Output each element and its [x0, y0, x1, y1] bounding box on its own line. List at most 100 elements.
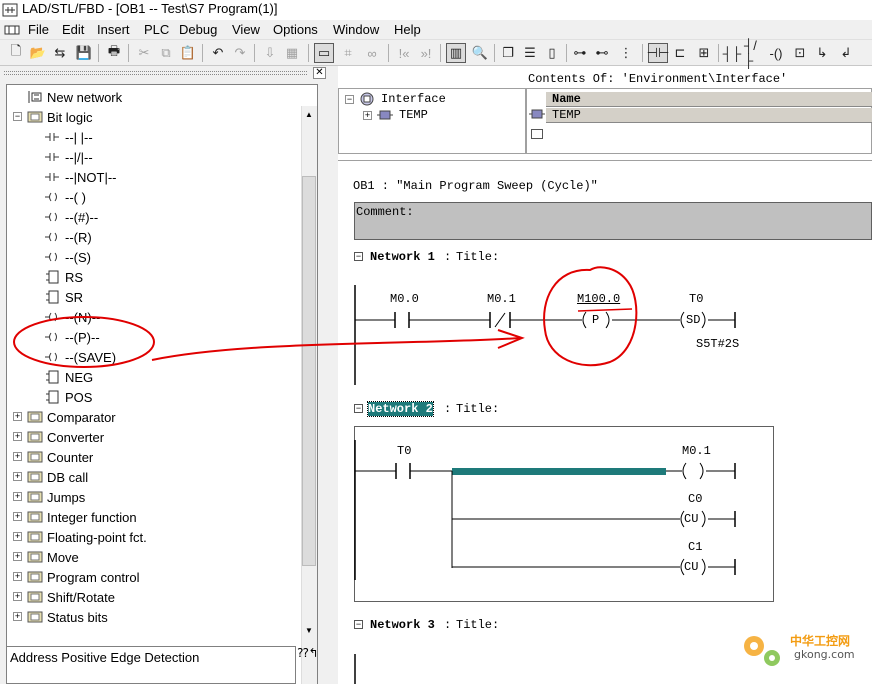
catalog-item[interactable]: Move [27, 547, 79, 567]
open-branch-icon[interactable]: ↳ [812, 43, 832, 63]
catalog-item[interactable]: DB call [27, 467, 88, 487]
menu-plc[interactable]: PLC [144, 22, 169, 37]
catalog-item[interactable]: Jumps [27, 487, 85, 507]
menu-file[interactable]: File [28, 22, 49, 37]
scrollbar-thumb[interactable] [302, 176, 316, 566]
coil-m01-address[interactable]: M0.1 [682, 444, 711, 458]
network-1-label[interactable]: Network 1 [370, 250, 435, 264]
catalog-item[interactable]: Program control [27, 567, 139, 587]
network-1-collapse-icon[interactable]: − [354, 252, 363, 261]
network-3-collapse-icon[interactable]: − [354, 620, 363, 629]
catalog-item[interactable]: NEG [45, 367, 93, 387]
coil-toolbar-icon[interactable]: -() [766, 43, 786, 63]
table-row[interactable]: TEMP [546, 108, 872, 123]
edge-coil-symbol[interactable]: P [592, 313, 599, 327]
catalog-item[interactable]: --| |-- [45, 127, 93, 147]
cascade-icon[interactable]: ❐ [498, 43, 518, 63]
counter-c1-symbol[interactable]: CU [684, 560, 698, 574]
panel-gripper[interactable] [4, 71, 307, 75]
menu-help[interactable]: Help [394, 22, 421, 37]
tree-expander[interactable]: + [13, 572, 22, 581]
network-1-title[interactable]: Title: [456, 250, 499, 264]
catalog-item[interactable]: --(R) [45, 227, 92, 247]
catalog-item[interactable]: --(S) [45, 247, 91, 267]
save-icon[interactable]: 💾 [74, 43, 94, 63]
counter-c0-address[interactable]: C0 [688, 492, 702, 506]
tree-expander[interactable]: + [13, 512, 22, 521]
tree-expander[interactable]: + [13, 452, 22, 461]
tree-expander[interactable]: + [13, 412, 22, 421]
close-branch-icon[interactable]: ↲ [836, 43, 856, 63]
menu-debug[interactable]: Debug [179, 22, 217, 37]
counter-c1-address[interactable]: C1 [688, 540, 702, 554]
layout-icon[interactable]: ▥ [446, 43, 466, 63]
block-title[interactable]: OB1 : "Main Program Sweep (Cycle)" [353, 179, 598, 193]
catalog-item[interactable]: SR [45, 287, 83, 307]
tile-vertical-icon[interactable]: ▯ [542, 43, 562, 63]
glasses-icon[interactable]: ∞ [362, 43, 382, 63]
prev-error-icon[interactable]: !« [394, 43, 414, 63]
tree-expander[interactable]: + [13, 492, 22, 501]
splitter[interactable] [330, 66, 338, 684]
catalog-item[interactable]: POS [45, 387, 92, 407]
comment-box[interactable] [354, 202, 872, 240]
paste-icon[interactable]: 📋 [178, 43, 198, 63]
column-header-name[interactable]: Name [546, 92, 872, 107]
branch-open-icon[interactable]: ⊶ [570, 43, 590, 63]
next-error-icon[interactable]: »! [416, 43, 436, 63]
bits-toolbar-icon[interactable]: ⊞ [694, 43, 714, 63]
menu-edit[interactable]: Edit [62, 22, 84, 37]
open-icon[interactable]: 📂 [28, 43, 48, 63]
interface-expander[interactable]: − [345, 95, 354, 104]
timer-value[interactable]: S5T#2S [696, 337, 739, 351]
tree-expander[interactable]: + [13, 472, 22, 481]
catalog-item[interactable]: Converter [27, 427, 104, 447]
catalog-item[interactable]: --(SAVE) [45, 347, 116, 367]
catalog-item[interactable]: --|/|-- [45, 147, 93, 167]
tree-expander[interactable]: + [13, 432, 22, 441]
network-2-collapse-icon[interactable]: − [354, 404, 363, 413]
edge-coil-address[interactable]: M100.0 [577, 292, 620, 306]
box-toolbar-icon[interactable]: ⊏ [670, 43, 690, 63]
tree-expander[interactable]: + [13, 552, 22, 561]
network-3-title[interactable]: Title: [456, 618, 499, 632]
contact-t0-address[interactable]: T0 [397, 444, 411, 458]
timer-address[interactable]: T0 [689, 292, 703, 306]
catalog-item[interactable]: Comparator [27, 407, 116, 427]
interface-label[interactable]: Interface [381, 92, 446, 106]
catalog-item[interactable]: Shift/Rotate [27, 587, 115, 607]
catalog-item[interactable]: --(P)-- [45, 327, 100, 347]
system-menu-icon[interactable] [4, 23, 20, 37]
menu-options[interactable]: Options [273, 22, 318, 37]
scroll-down-icon[interactable]: ▼ [305, 626, 313, 635]
catalog-item[interactable]: Status bits [27, 607, 108, 627]
help-cursor-icon[interactable]: ⁇↰ [297, 646, 319, 668]
load-icon[interactable]: ⇩ [260, 43, 280, 63]
catalog-item[interactable]: RS [45, 267, 83, 287]
catalog-item[interactable]: Integer function [27, 507, 137, 527]
counter-c0-symbol[interactable]: CU [684, 512, 698, 526]
branch-icon[interactable]: ⊷ [592, 43, 612, 63]
network-2-title[interactable]: Title: [456, 402, 499, 416]
tile-horizontal-icon[interactable]: ☰ [520, 43, 540, 63]
tree-expander[interactable]: + [13, 532, 22, 541]
redo-icon[interactable]: ↷ [230, 43, 250, 63]
no-contact-icon[interactable]: ┤├ [722, 43, 742, 63]
scroll-up-icon[interactable]: ▲ [305, 110, 313, 119]
monitor-icon[interactable]: ▦ [282, 43, 302, 63]
catalog-item[interactable]: --( ) [45, 187, 86, 207]
nc-contact-icon[interactable]: ┤/├ [744, 38, 764, 68]
new-icon[interactable]: 🗋 [6, 43, 26, 63]
timer-symbol[interactable]: SD [686, 313, 700, 327]
contact-m00-address[interactable]: M0.0 [390, 292, 419, 306]
overview-icon[interactable]: ▭ [314, 43, 334, 63]
temp-label[interactable]: TEMP [399, 108, 428, 122]
go-online-icon[interactable]: ⌗ [338, 43, 358, 63]
catalog-item[interactable]: Counter [27, 447, 93, 467]
contact-m01-address[interactable]: M0.1 [487, 292, 516, 306]
undo-icon[interactable]: ↶ [208, 43, 228, 63]
close-icon[interactable]: ✕ [313, 67, 326, 79]
online-icon[interactable]: ⇆ [50, 43, 70, 63]
network-2-label[interactable]: Network 2 [367, 401, 434, 417]
cut-icon[interactable]: ✂ [134, 43, 154, 63]
